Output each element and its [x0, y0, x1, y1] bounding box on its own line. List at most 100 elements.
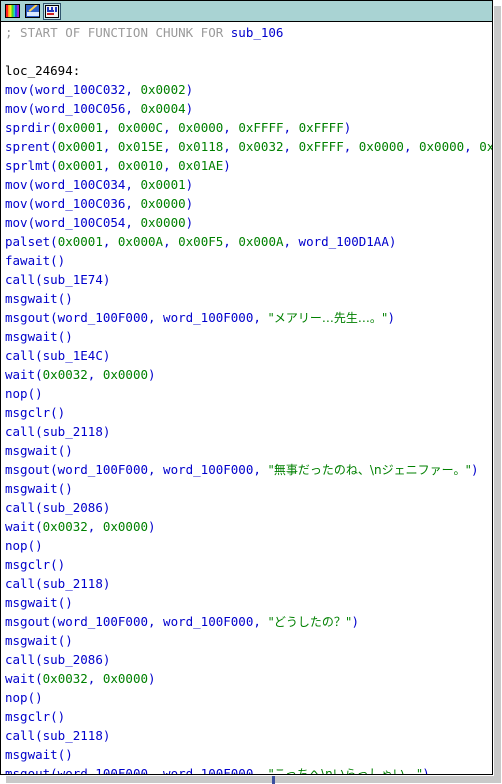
- operands: (sub_1E4C): [35, 348, 111, 363]
- hex-constant: 0x015E: [117, 139, 164, 154]
- code-line-instruction[interactable]: mov(word_100C056, 0x0004): [1, 99, 492, 118]
- operands: (): [27, 538, 43, 553]
- operands: (word_100F000, word_100F000,: [50, 766, 269, 774]
- operands: (): [27, 690, 43, 705]
- code-line-instruction[interactable]: sprlmt(0x0001, 0x0010, 0x01AE): [1, 156, 492, 175]
- mnemonic: msgclr: [5, 557, 51, 572]
- operands: (): [50, 709, 66, 724]
- mnemonic: msgwait: [5, 291, 58, 306]
- code-line-instruction[interactable]: mov(word_100C054, 0x0000): [1, 213, 492, 232]
- comment-text: ; START OF FUNCTION CHUNK FOR: [5, 25, 231, 40]
- code-line-instruction[interactable]: mov(word_100C036, 0x0000): [1, 194, 492, 213]
- code-line-instruction[interactable]: sprdir(0x0001, 0x000C, 0x0000, 0xFFFF, 0…: [1, 118, 492, 137]
- code-listing[interactable]: ; START OF FUNCTION CHUNK FOR sub_106 lo…: [1, 23, 492, 774]
- code-line-instruction[interactable]: msgwait(): [1, 289, 492, 308]
- hex-constant: 0x0000: [178, 120, 224, 135]
- operands: (): [57, 291, 73, 306]
- code-line-instruction[interactable]: wait(0x0032, 0x0000): [1, 669, 492, 688]
- code-line-instruction[interactable]: msgout(word_100F000, word_100F000, "こっちへ…: [1, 764, 492, 774]
- hex-constant: 0x01AE: [178, 158, 224, 173]
- toolbar: [1, 1, 492, 22]
- operands: (0x0001, 0x000C, 0x0000, 0xFFFF, 0xFFFF): [50, 120, 352, 135]
- code-line-instruction[interactable]: call(sub_2118): [1, 726, 492, 745]
- code-line-instruction[interactable]: msgclr(): [1, 403, 492, 422]
- code-line-instruction[interactable]: msgwait(): [1, 327, 492, 346]
- mnemonic: msgout: [5, 766, 51, 774]
- mnemonic: msgout: [5, 462, 51, 477]
- hex-constant: 0x0032: [42, 519, 88, 534]
- operands: (sub_1E74): [35, 272, 111, 287]
- mnemonic: msgwait: [5, 747, 58, 762]
- symbol-ref[interactable]: sub_106: [231, 25, 284, 40]
- code-line-instruction[interactable]: msgout(word_100F000, word_100F000, "無事だっ…: [1, 460, 492, 479]
- code-line-instruction[interactable]: msgwait(): [1, 745, 492, 764]
- color-palette-icon: [4, 4, 20, 18]
- code-line-instruction[interactable]: nop(): [1, 536, 492, 555]
- operands: (): [57, 595, 73, 610]
- code-line-instruction[interactable]: fawait(): [1, 251, 492, 270]
- mnemonic: call: [5, 348, 36, 363]
- operands-tail: ): [470, 462, 479, 477]
- mnemonic: msgwait: [5, 481, 58, 496]
- code-line-instruction[interactable]: wait(0x0032, 0x0000): [1, 365, 492, 384]
- code-line-instruction[interactable]: msgwait(): [1, 631, 492, 650]
- operands: (word_100F000, word_100F000,: [50, 310, 269, 325]
- operands: (sub_2118): [35, 576, 111, 591]
- operands: (word_100C034, 0x0001): [27, 177, 194, 192]
- hex-constant: 0x0118: [178, 139, 224, 154]
- code-line-instruction[interactable]: palset(0x0001, 0x000A, 0x00F5, 0x000A, w…: [1, 232, 492, 251]
- code-line-blank[interactable]: [1, 42, 492, 61]
- code-line-instruction[interactable]: call(sub_2118): [1, 422, 492, 441]
- code-line-instruction[interactable]: call(sub_2086): [1, 498, 492, 517]
- operands: (word_100C036, 0x0000): [27, 196, 194, 211]
- code-line-instruction[interactable]: msgwait(): [1, 593, 492, 612]
- code-line-label[interactable]: loc_24694:: [1, 61, 492, 80]
- code-line-instruction[interactable]: wait(0x0032, 0x0000): [1, 517, 492, 536]
- hex-constant: 0x0010: [117, 158, 164, 173]
- code-line-instruction[interactable]: nop(): [1, 688, 492, 707]
- code-line-instruction[interactable]: nop(): [1, 384, 492, 403]
- hex-constant: 0x0001: [57, 120, 103, 135]
- code-line-instruction[interactable]: call(sub_1E4C): [1, 346, 492, 365]
- code-line-instruction[interactable]: sprent(0x0001, 0x015E, 0x0118, 0x0032, 0…: [1, 137, 492, 156]
- operands: (0x0001, 0x015E, 0x0118, 0x0032, 0xFFFF,…: [50, 139, 492, 154]
- mnemonic: mov: [5, 196, 28, 211]
- color-palette-button[interactable]: [3, 3, 21, 20]
- mnemonic: call: [5, 728, 36, 743]
- edit-pencil-button[interactable]: [23, 3, 41, 20]
- code-line-comment[interactable]: ; START OF FUNCTION CHUNK FOR sub_106: [1, 23, 492, 42]
- code-line-instruction[interactable]: call(sub_2086): [1, 650, 492, 669]
- hex-constant: 0x000C: [117, 120, 164, 135]
- code-line-instruction[interactable]: call(sub_2118): [1, 574, 492, 593]
- operands: (word_100C032, 0x0002): [27, 82, 194, 97]
- label-name: loc_24694:: [5, 63, 81, 78]
- hex-constant: 0x0000: [140, 196, 186, 211]
- operands: (): [50, 405, 66, 420]
- operands: (word_100C054, 0x0000): [27, 215, 194, 230]
- code-line-instruction[interactable]: msgwait(): [1, 441, 492, 460]
- operands: (sub_2086): [35, 500, 111, 515]
- operands: (0x0001, 0x000A, 0x00F5, 0x000A, word_10…: [50, 234, 397, 249]
- edit-pencil-icon: [24, 4, 40, 18]
- operands: (): [50, 253, 66, 268]
- operands-tail: ): [422, 766, 430, 774]
- mnemonic: mov: [5, 101, 28, 116]
- code-line-instruction[interactable]: mov(word_100C034, 0x0001): [1, 175, 492, 194]
- hex-constant: 0x0001: [57, 139, 103, 154]
- options-icon: [45, 4, 59, 18]
- mnemonic: wait: [5, 671, 36, 686]
- mnemonic: palset: [5, 234, 51, 249]
- code-line-instruction[interactable]: msgclr(): [1, 707, 492, 726]
- operands: (word_100F000, word_100F000,: [50, 462, 269, 477]
- code-line-instruction[interactable]: msgout(word_100F000, word_100F000, "メアリー…: [1, 308, 492, 327]
- code-line-instruction[interactable]: msgclr(): [1, 555, 492, 574]
- code-line-instruction[interactable]: mov(word_100C032, 0x0002): [1, 80, 492, 99]
- code-line-instruction[interactable]: call(sub_1E74): [1, 270, 492, 289]
- options-button[interactable]: [43, 2, 61, 20]
- code-line-instruction[interactable]: msgout(word_100F000, word_100F000, "どうした…: [1, 612, 492, 631]
- code-line-instruction[interactable]: msgwait(): [1, 479, 492, 498]
- operands: (0x0032, 0x0000): [35, 671, 156, 686]
- operands: (sub_2118): [35, 424, 111, 439]
- mnemonic: mov: [5, 177, 28, 192]
- operands: (): [57, 481, 73, 496]
